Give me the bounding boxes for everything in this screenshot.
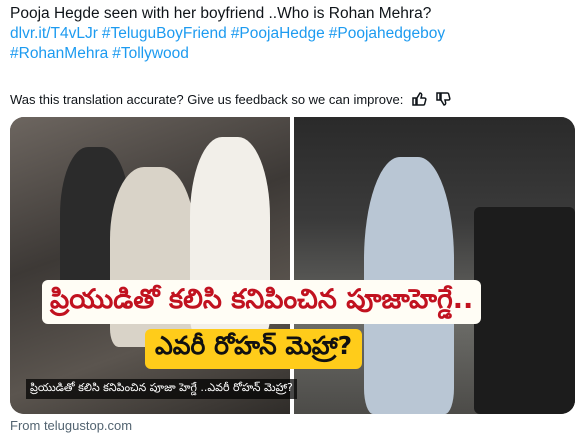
photo-left bbox=[10, 117, 290, 414]
photo-right bbox=[294, 117, 575, 414]
image-caption: ప్రియుడితో కలిసి కనిపించిన పూజా హెగ్డే .… bbox=[26, 379, 297, 399]
hashtag[interactable]: #PoojaHedge bbox=[231, 25, 325, 42]
tweet-text: Pooja Hegde seen with her boyfriend ..Wh… bbox=[10, 4, 570, 64]
translation-feedback: Was this translation accurate? Give us f… bbox=[10, 90, 451, 108]
hashtag[interactable]: #Poojahedgeboy bbox=[329, 25, 445, 42]
tweet-headline: Pooja Hegde seen with her boyfriend ..Wh… bbox=[10, 5, 432, 22]
tweet-links: dlvr.it/T4vLJr #TeluguBoyFriend #PoojaHedg… bbox=[10, 24, 570, 64]
thumbs-up-icon[interactable] bbox=[411, 91, 427, 107]
hashtag[interactable]: #RohanMehra bbox=[10, 45, 108, 62]
headline-red: ప్రియుడితో కలిసి కనిపించిన పూజాహెగ్డే.. bbox=[42, 280, 482, 324]
card-source[interactable]: From telugustop.com bbox=[10, 418, 132, 433]
hashtag[interactable]: #Tollywood bbox=[112, 45, 189, 62]
media-card[interactable]: ప్రియుడితో కలిసి కనిపించిన పూజాహెగ్డే.. … bbox=[10, 117, 575, 414]
tweet-short-link[interactable]: dlvr.it/T4vLJr bbox=[10, 25, 98, 42]
car-door bbox=[474, 207, 575, 414]
headline-yellow: ఎవరీ రోహన్ మెహ్రా? bbox=[145, 329, 363, 369]
thumbs-down-icon[interactable] bbox=[435, 91, 451, 107]
feedback-question: Was this translation accurate? Give us f… bbox=[10, 91, 404, 107]
hashtag[interactable]: #TeluguBoyFriend bbox=[102, 25, 227, 42]
